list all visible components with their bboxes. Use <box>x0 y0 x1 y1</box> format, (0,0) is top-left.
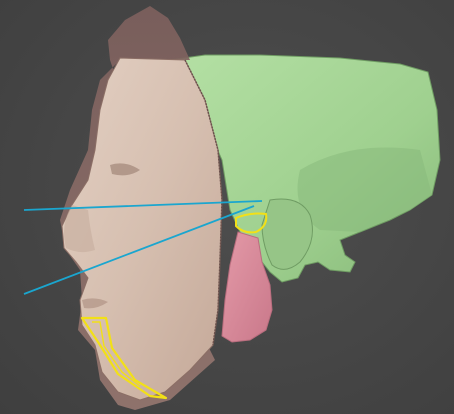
3d-viewport[interactable] <box>0 0 454 414</box>
head-model-render[interactable] <box>0 0 454 414</box>
